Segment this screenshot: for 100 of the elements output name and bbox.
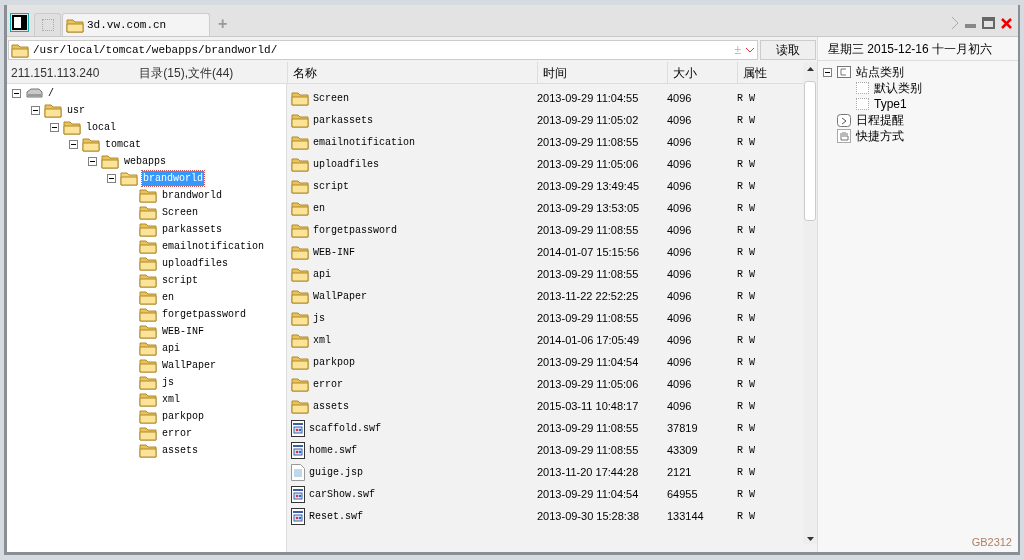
folder-icon (120, 171, 138, 186)
folder-icon (291, 156, 309, 172)
file-attributes: R W (737, 465, 756, 480)
file-attributes: R W (737, 245, 756, 260)
file-name[interactable]: WEB-INF (313, 244, 355, 260)
folder-icon (63, 120, 81, 135)
collapse-toggle[interactable] (69, 140, 78, 149)
file-name[interactable]: guige.jsp (309, 464, 363, 480)
side-tree-item[interactable]: 默认类别 (874, 79, 922, 97)
tree-item[interactable]: brandworld (161, 188, 223, 203)
tree-item[interactable]: forgetpassword (161, 307, 247, 322)
file-name[interactable]: scaffold.swf (309, 420, 381, 436)
file-name[interactable]: js (313, 310, 325, 326)
tree-item[interactable]: xml (161, 392, 181, 407)
sidebar-toggle-icon[interactable] (10, 13, 29, 32)
side-tree-item[interactable]: Type1 (874, 95, 907, 113)
modified-time: 2013-09-30 15:28:38 (537, 508, 641, 524)
tree-item[interactable]: en (161, 290, 175, 305)
tree-item[interactable]: / (47, 86, 55, 101)
collapse-toggle[interactable] (823, 67, 832, 77)
tree-item[interactable]: tomcat (104, 137, 142, 152)
tree-item[interactable]: uploadfiles (161, 256, 229, 271)
maximize-icon[interactable] (982, 17, 995, 29)
file-name[interactable]: script (313, 178, 349, 194)
side-tree-item[interactable]: 快捷方式 (856, 127, 904, 145)
file-name[interactable]: parkpop (313, 354, 355, 370)
file-name[interactable]: home.swf (309, 442, 357, 458)
file-name[interactable]: emailnotification (313, 134, 416, 150)
file-attributes: R W (737, 377, 756, 392)
tree-item[interactable]: local (85, 120, 117, 135)
folder-icon (291, 222, 309, 238)
tree-item[interactable]: api (161, 341, 181, 356)
column-header[interactable]: 名称 (287, 62, 537, 83)
tree-item[interactable]: error (161, 426, 193, 441)
file-attributes: R W (737, 157, 756, 172)
collapse-toggle[interactable] (107, 174, 116, 183)
file-name[interactable]: uploadfiles (313, 156, 379, 172)
tree-item[interactable]: parkassets (161, 222, 223, 237)
file-attributes: R W (737, 311, 756, 326)
folder-icon (291, 354, 309, 370)
read-button[interactable]: 读取 (760, 40, 816, 60)
close-icon[interactable] (1001, 17, 1012, 29)
file-attributes: R W (737, 355, 756, 370)
file-name[interactable]: forgetpassword (313, 222, 397, 238)
file-name[interactable]: assets (313, 398, 349, 414)
tree-item[interactable]: WEB-INF (161, 324, 205, 339)
side-tree-item[interactable]: 站点类别 (856, 63, 904, 81)
path-field[interactable]: /usr/local/tomcat/webapps/brandworld/ ± (8, 40, 758, 60)
folder-icon (11, 42, 29, 58)
file-name[interactable]: xml (313, 332, 331, 348)
file-attributes: R W (737, 267, 756, 282)
tree-item[interactable]: usr (66, 103, 86, 118)
file-name[interactable]: carShow.swf (309, 486, 375, 502)
modified-time: 2015-03-11 10:48:17 (537, 398, 640, 414)
folder-icon (291, 244, 309, 260)
modified-time: 2013-09-29 13:53:05 (537, 200, 641, 216)
tree-item[interactable]: assets (161, 443, 199, 458)
file-name[interactable]: Reset.swf (309, 508, 363, 524)
folder-icon (291, 376, 309, 392)
scrollbar[interactable] (803, 62, 817, 544)
date-display: 星期三 2015-12-16 十一月初六 (818, 37, 1018, 61)
collapse-toggle[interactable] (88, 157, 97, 166)
collapse-toggle[interactable] (50, 123, 59, 132)
file-size: 64955 (667, 486, 699, 502)
folder-icon (291, 134, 309, 150)
side-tree-item[interactable]: 日程提醒 (856, 111, 904, 129)
column-header[interactable]: 属性 (737, 62, 800, 83)
file-name[interactable]: parkassets (313, 112, 373, 128)
folder-icon (139, 273, 157, 288)
file-attributes: R W (737, 399, 756, 414)
collapse-toggle[interactable] (31, 106, 40, 115)
file-name[interactable]: error (313, 376, 343, 392)
column-header[interactable]: 大小 (667, 62, 737, 83)
tree-item[interactable]: parkpop (161, 409, 205, 424)
file-size: 4096 (667, 112, 693, 128)
file-name[interactable]: Screen (313, 90, 349, 106)
file-name[interactable]: api (313, 266, 331, 282)
file-attributes: R W (737, 333, 756, 348)
folder-icon (66, 17, 84, 33)
modified-time: 2013-11-20 17:44:28 (537, 464, 640, 480)
scroll-up-icon[interactable] (806, 67, 814, 71)
tree-item[interactable]: script (161, 273, 199, 288)
tree-item[interactable]: js (161, 375, 175, 390)
dropdown-icon[interactable] (745, 47, 755, 53)
folder-icon (139, 307, 157, 322)
tree-item[interactable]: emailnotification (161, 239, 266, 254)
modified-time: 2013-09-29 11:08:55 (537, 310, 640, 326)
tab[interactable]: 3d.vw.com.cn (62, 13, 210, 36)
tree-item[interactable]: webapps (123, 154, 167, 169)
modified-time: 2013-09-29 11:04:54 (537, 354, 640, 370)
file-name[interactable]: en (313, 200, 325, 216)
file-size: 4096 (667, 310, 693, 326)
tree-item[interactable]: Screen (161, 205, 199, 220)
collapse-toggle[interactable] (12, 89, 21, 98)
drive-icon (25, 87, 43, 100)
file-name[interactable]: WallPaper (313, 288, 367, 304)
tree-item[interactable]: WallPaper (161, 358, 217, 373)
column-header[interactable]: 时间 (537, 62, 667, 83)
scroll-thumb[interactable] (804, 81, 816, 221)
scroll-down-icon[interactable] (806, 537, 814, 541)
